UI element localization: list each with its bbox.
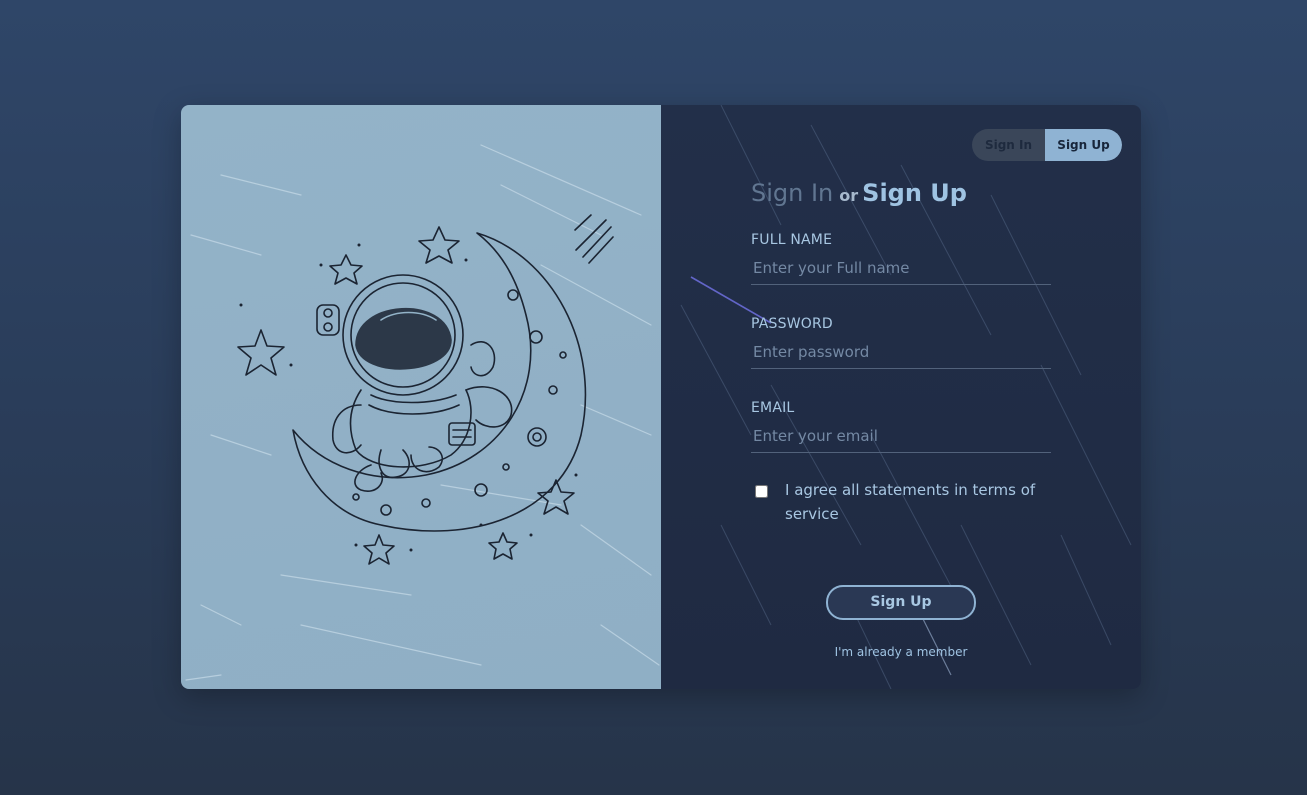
heading-or-text: or (839, 186, 859, 205)
illustration-panel (181, 105, 661, 689)
email-input[interactable] (751, 422, 1049, 450)
email-field-group: EMAIL (751, 400, 1051, 453)
auth-mode-toggle: Sign In Sign Up (972, 129, 1122, 161)
auth-card: Sign In Sign Up Sign In or Sign Up FULL NA… (181, 105, 1141, 689)
terms-checkbox[interactable] (755, 485, 768, 498)
heading-signup-title: Sign Up (862, 179, 967, 207)
terms-label[interactable]: I agree all statements in terms of servi… (785, 478, 1057, 526)
form-heading: Sign In or Sign Up (751, 179, 967, 207)
auth-form-panel: Sign In Sign Up Sign In or Sign Up FULL NA… (661, 105, 1141, 689)
password-input[interactable] (751, 338, 1049, 366)
fullname-underline (751, 254, 1051, 285)
toggle-signin-tab[interactable]: Sign In (972, 129, 1045, 161)
email-underline (751, 422, 1051, 453)
password-label: PASSWORD (751, 316, 833, 332)
email-label: EMAIL (751, 400, 795, 416)
toggle-signup-tab[interactable]: Sign Up (1045, 129, 1122, 161)
fullname-label: FULL NAME (751, 232, 833, 248)
signup-submit-button[interactable]: Sign Up (826, 585, 976, 620)
fullname-input[interactable] (751, 254, 1049, 282)
already-member-link[interactable]: I'm already a member (661, 645, 1141, 659)
astronaut-on-moon-illustration (237, 214, 614, 565)
heading-signin-link[interactable]: Sign In (751, 179, 833, 207)
password-field-group: PASSWORD (751, 316, 1051, 369)
fullname-field-group: FULL NAME (751, 232, 1051, 285)
password-underline (751, 338, 1051, 369)
